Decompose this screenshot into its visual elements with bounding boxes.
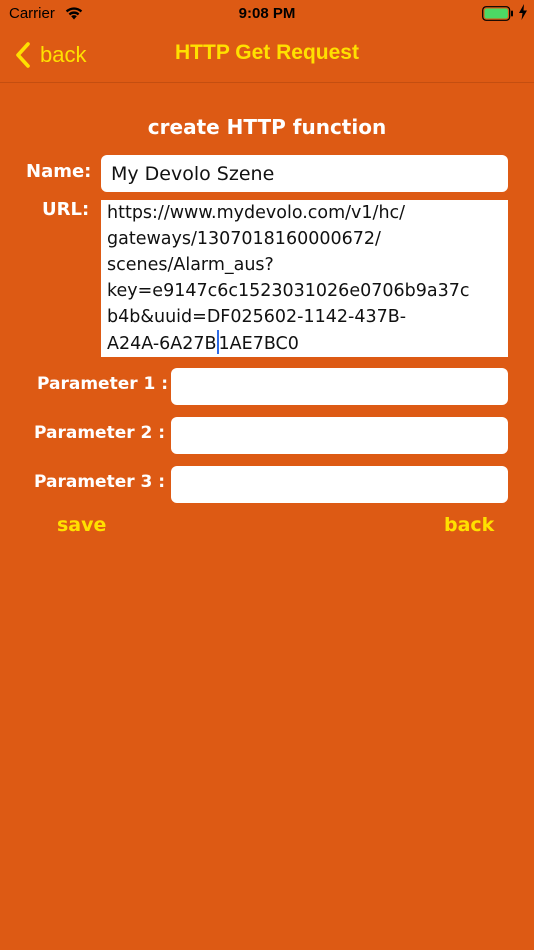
back-button[interactable]: back [444,514,494,536]
url-text-after-cursor: 1AE7BC0 [218,334,299,354]
save-button[interactable]: save [57,514,106,536]
url-line: b4b&uuid=DF025602-1142-437B- [107,307,407,327]
charging-bolt-icon [519,4,527,20]
parameter-2-input[interactable] [171,417,508,454]
url-line: gateways/1307018160000672/ [107,229,381,249]
parameter-3-input[interactable] [171,466,508,503]
navigation-bar: back HTTP Get Request [0,28,534,83]
parameter-3-label: Parameter 3 : [34,472,166,492]
url-label: URL: [42,199,90,220]
parameter-1-label: Parameter 1 : [37,374,169,394]
url-line-with-cursor: A24A-6A27B 1AE7BC0 [107,330,502,357]
section-title: create HTTP function [147,115,387,139]
url-text-before-cursor: A24A-6A27B [107,334,217,354]
parameter-2-label: Parameter 2 : [34,423,166,443]
name-input[interactable] [101,155,508,192]
parameter-1-input[interactable] [171,368,508,405]
clock: 9:08 PM [238,5,296,22]
url-line: scenes/Alarm_aus? [107,255,274,275]
url-line: https://www.mydevolo.com/v1/hc/ [107,203,406,223]
battery-icon [482,6,513,21]
url-line: key=e9147c6c1523031026e0706b9a37c [107,281,470,301]
page-title: HTTP Get Request [175,41,359,64]
status-bar: Carrier 9:08 PM [0,0,534,28]
name-label: Name: [26,161,92,182]
url-textarea[interactable]: https://www.mydevolo.com/v1/hc/ gateways… [101,200,508,357]
